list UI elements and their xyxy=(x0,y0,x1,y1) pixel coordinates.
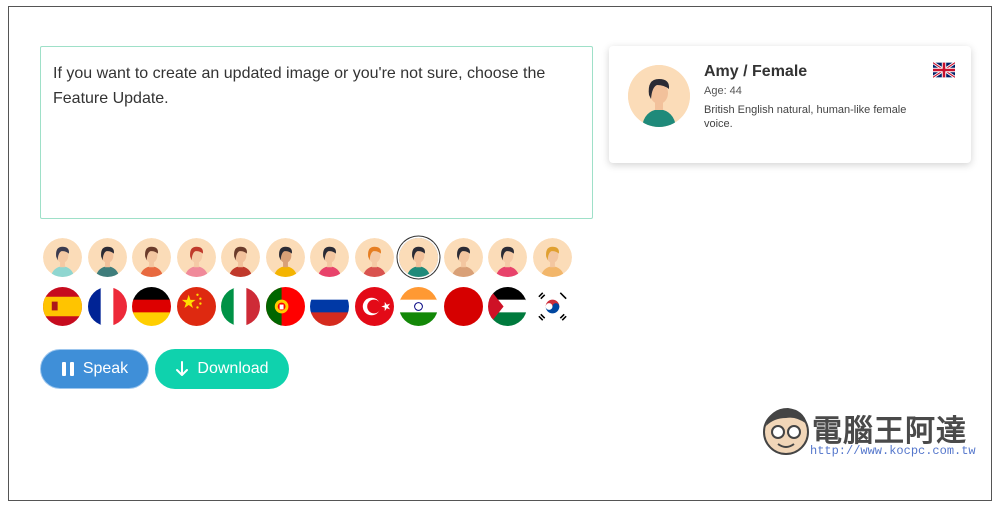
avatar-5-icon[interactable] xyxy=(221,238,260,277)
voice-card: Amy / Female Age: 44 British English nat… xyxy=(609,46,971,163)
italy-flag-icon[interactable] xyxy=(221,287,260,326)
avatar-9-icon[interactable] xyxy=(399,238,438,277)
turkey-flag-icon[interactable] xyxy=(354,287,394,326)
russia-flag-icon[interactable] xyxy=(310,287,349,326)
voice-description: British English natural, human-like fema… xyxy=(704,104,907,130)
avatar-4-icon[interactable] xyxy=(176,238,216,277)
watermark-url: http://www.kocpc.com.tw xyxy=(810,444,976,458)
avatar-3-icon[interactable] xyxy=(132,238,171,277)
watermark: 電腦王阿達 http://www.kocpc.com.tw xyxy=(760,402,976,464)
voice-name: Amy / Female xyxy=(704,63,808,80)
portugal-flag-icon[interactable] xyxy=(265,287,305,326)
avatar-11-icon[interactable] xyxy=(488,238,527,277)
avatar-1-icon[interactable] xyxy=(43,238,82,277)
avatar-10-icon[interactable] xyxy=(443,238,483,277)
spain-flag-icon[interactable] xyxy=(43,287,82,326)
india-flag-icon[interactable] xyxy=(399,287,438,326)
selected-voice-avatar xyxy=(628,65,690,127)
avatar-6-icon[interactable] xyxy=(265,238,305,277)
korea-flag-icon[interactable] xyxy=(532,287,572,326)
france-flag-icon[interactable] xyxy=(87,287,127,326)
voice-age: Age: 44 xyxy=(704,85,742,97)
china-flag-icon[interactable] xyxy=(176,287,216,326)
uk-flag-icon xyxy=(933,62,955,78)
arab-flag-icon[interactable] xyxy=(488,287,527,326)
avatar-7-icon[interactable] xyxy=(310,238,349,277)
download-label: Download xyxy=(197,360,269,377)
speak-label: Speak xyxy=(82,360,129,377)
pause-icon xyxy=(61,362,74,376)
arrow-down-icon xyxy=(176,361,189,376)
japan-flag-icon[interactable] xyxy=(443,287,483,326)
germany-flag-icon[interactable] xyxy=(132,287,171,326)
mascot-logo-icon xyxy=(763,408,809,455)
speak-button[interactable]: Speak xyxy=(40,349,149,389)
download-button[interactable]: Download xyxy=(155,349,289,389)
avatar-12-icon[interactable] xyxy=(532,238,572,277)
text-input[interactable]: If you want to create an updated image o… xyxy=(40,46,593,219)
avatar-2-icon[interactable] xyxy=(87,238,127,277)
avatar-8-icon[interactable] xyxy=(354,238,394,277)
